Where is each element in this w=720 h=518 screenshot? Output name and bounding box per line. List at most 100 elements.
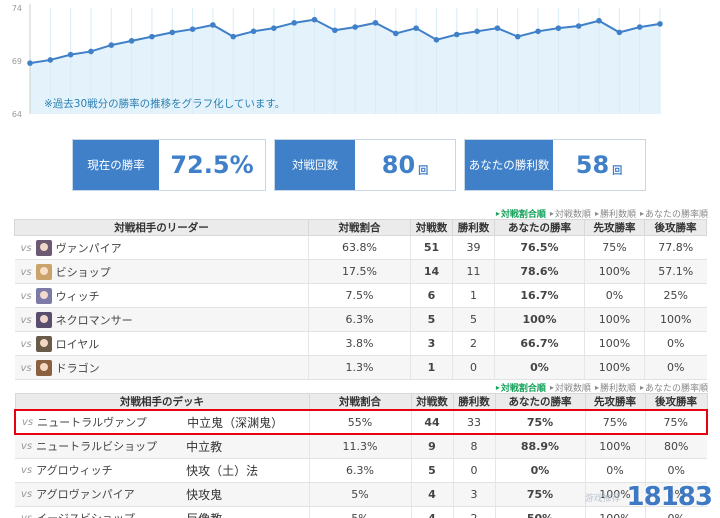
leader-row[interactable]: vs ロイヤル 3.8% 3 2 66.7% 100% 0%: [14, 331, 707, 356]
chart-data-point: [514, 33, 521, 40]
header-count: 対戦数: [410, 219, 453, 236]
winrate-cell: 76.5%: [494, 235, 585, 260]
header-second-winrate: 後攻勝率: [644, 219, 707, 236]
count-cell: 1: [410, 355, 453, 380]
leader-row[interactable]: vs ネクロマンサー 6.3% 5 5 100% 100% 100%: [14, 307, 707, 332]
deck-cell: vs アグロヴァンパイア 快攻鬼: [15, 482, 309, 507]
leader-cell: vs ロイヤル: [14, 331, 309, 356]
deck-cell: vs ニュートラルヴァンプ 中立鬼（深渊鬼）: [14, 409, 309, 435]
chart-data-point: [88, 48, 94, 55]
chart-data-point: [189, 26, 196, 32]
winrate-cell: 88.9%: [494, 434, 585, 459]
wins-cell: 2: [452, 506, 495, 518]
first-winrate-cell: 100%: [584, 259, 645, 284]
vs-label: vs: [21, 464, 33, 476]
stat-number-match-count: 80: [381, 151, 416, 179]
deck-archetype-note: 中立教: [186, 439, 223, 454]
winrate-cell: 16.7%: [494, 283, 585, 308]
first-winrate-cell: 0%: [584, 283, 645, 308]
leader-row[interactable]: vs ウィッチ 7.5% 6 1 16.7% 0% 25%: [14, 283, 707, 308]
leader-name: ドラゴン: [55, 361, 100, 375]
deck-row[interactable]: vs アグロウィッチ 快攻（土）法 6.3% 5 0 0% 0% 0%: [15, 458, 707, 483]
header-ratio: 対戦割合: [308, 393, 412, 411]
ratio-cell: 55%: [308, 409, 411, 435]
wins-cell: 3: [452, 482, 495, 507]
vs-label: vs: [20, 362, 32, 374]
leader-row[interactable]: vs ドラゴン 1.3% 1 0 0% 100% 0%: [14, 355, 707, 380]
winrate-cell: 66.7%: [494, 331, 585, 356]
header-wins: 勝利数: [452, 219, 495, 236]
leader-cell: vs ウィッチ: [14, 283, 309, 308]
leader-cell: vs ネクロマンサー: [14, 307, 309, 332]
winrate-cell: 75%: [494, 409, 585, 435]
chart-data-point: [453, 31, 460, 38]
second-winrate-cell: 77.8%: [644, 235, 707, 260]
watermark-logo: 18183: [626, 482, 713, 512]
wins-cell: 8: [452, 434, 495, 459]
header-first-winrate: 先攻勝率: [584, 219, 645, 236]
deck-row[interactable]: vs ニュートラルビショップ 中立教 11.3% 9 8 88.9% 100% 80%: [15, 434, 707, 459]
wins-cell: 11: [452, 259, 495, 284]
header-first-winrate: 先攻勝率: [584, 393, 646, 411]
chart-data-point: [393, 30, 399, 37]
chart-data-point: [128, 38, 135, 44]
first-winrate-cell: 0%: [584, 458, 645, 483]
vs-label: vs: [21, 440, 33, 452]
winrate-cell: 0%: [494, 355, 585, 380]
count-cell: 4: [410, 506, 453, 518]
count-cell: 3: [410, 331, 453, 356]
stat-label-win-rate: 現在の勝率: [73, 140, 159, 190]
ratio-cell: 1.3%: [308, 355, 411, 380]
deck-cell-content: vsイージスビショップ巨像教: [21, 510, 309, 518]
stat-unit-match-count: 回: [418, 166, 429, 177]
deck-row[interactable]: vs ニュートラルヴァンプ 中立鬼（深渊鬼） 55% 44 33 75% 75% 75%: [14, 409, 708, 435]
chart-data-point: [555, 25, 562, 31]
chart-data-point: [657, 21, 663, 27]
leader-name: ヴァンパイア: [55, 241, 122, 255]
chart-data-point: [67, 51, 74, 58]
second-winrate-cell: 75%: [644, 409, 708, 435]
ratio-cell: 11.3%: [308, 434, 411, 459]
sort-triangle-icon: ▸: [495, 383, 500, 392]
deck-archetype-note: 中立鬼（深渊鬼）: [187, 415, 284, 430]
first-winrate-cell: 100%: [584, 355, 645, 380]
deck-cell-content: vs ニュートラルヴァンプ 中立鬼（深渊鬼）: [22, 414, 309, 431]
header-opponent-leader: 対戦相手のリーダー: [14, 219, 309, 236]
deck-cell: vs アグロウィッチ 快攻（土）法: [15, 458, 309, 483]
leader-name: ウィッチ: [55, 289, 100, 303]
wins-cell: 2: [452, 331, 495, 356]
chart-data-point: [250, 28, 257, 35]
chart-data-point: [474, 28, 480, 35]
deck-archetype-note: 快攻（土）法: [186, 463, 259, 478]
win-rate-chart: 74 69 64 ※過去30戦分の勝率の推移をグラフ化しています。: [0, 0, 720, 122]
deck-cell: vs ニュートラルビショップ 中立教: [15, 434, 309, 459]
deck-cell: vsイージスビショップ巨像教: [15, 506, 309, 518]
chart-data-point: [47, 57, 54, 63]
stat-label-win-count: あなたの勝利数: [465, 140, 553, 190]
wins-cell: 0: [452, 458, 495, 483]
chart-data-point: [332, 27, 338, 34]
header-your-winrate: あなたの勝率: [494, 219, 585, 236]
vs-label: vs: [20, 314, 32, 326]
chart-data-point: [291, 20, 297, 26]
count-cell: 4: [410, 482, 453, 507]
deck-archetype-note: 快攻鬼: [186, 487, 223, 502]
stat-card-match-count: 対戦回数 80 回: [274, 139, 456, 191]
chart-y-tick-label: 74: [12, 4, 22, 13]
sort-triangle-icon: ▸: [594, 383, 599, 392]
first-winrate-cell: 75%: [584, 235, 645, 260]
ratio-cell: 7.5%: [308, 283, 411, 308]
chart-data-point: [636, 24, 643, 30]
wins-cell: 5: [452, 307, 495, 332]
stat-value-match-count: 80 回: [355, 140, 455, 190]
leader-row[interactable]: vs ヴァンパイア 63.8% 51 39 76.5% 75% 77.8%: [14, 235, 707, 260]
sort-triangle-icon: ▸: [495, 209, 500, 218]
deck-name: ニュートラルヴァンプ: [37, 416, 147, 429]
second-winrate-cell: 80%: [644, 434, 707, 459]
leader-row[interactable]: vs ビショップ 17.5% 14 11 78.6% 100% 57.1%: [14, 259, 707, 284]
stat-number-win-count: 58: [575, 151, 610, 179]
vs-label: vs: [20, 266, 32, 278]
chart-data-point: [210, 22, 216, 28]
leader-cell: vs ドラゴン: [14, 355, 309, 380]
second-winrate-cell: 0%: [644, 458, 707, 483]
